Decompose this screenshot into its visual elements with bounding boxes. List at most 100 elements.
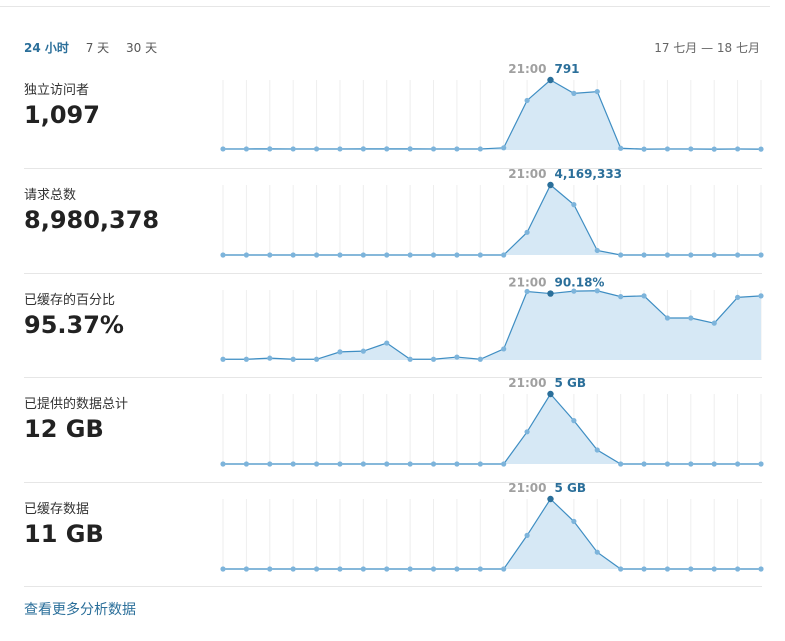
- data-point: [243, 146, 249, 152]
- data-point: [407, 461, 413, 467]
- data-point: [384, 566, 390, 572]
- data-point: [711, 252, 717, 258]
- data-point: [641, 566, 647, 572]
- tooltip-value: 791: [554, 62, 579, 76]
- series-area: [223, 499, 761, 569]
- data-point: [430, 566, 437, 572]
- data-point: [430, 461, 437, 467]
- data-point: [477, 566, 483, 572]
- metric-value: 12 GB: [24, 415, 104, 443]
- data-point: [290, 566, 296, 572]
- data-point: [407, 146, 413, 152]
- data-point: [477, 252, 483, 258]
- series-line: [223, 79, 762, 150]
- tab-7-days[interactable]: 7 天: [86, 39, 109, 56]
- data-point: [220, 252, 226, 258]
- data-point: [664, 146, 671, 152]
- metric-label: 已提供的数据总计: [24, 397, 129, 412]
- data-point: [688, 146, 694, 152]
- data-point: [454, 461, 460, 467]
- data-point: [313, 566, 320, 572]
- data-point: [664, 461, 671, 467]
- metric-label: 独立访问者: [24, 83, 90, 98]
- data-point: [547, 495, 554, 503]
- data-point: [477, 146, 483, 152]
- data-point: [290, 252, 296, 258]
- data-point: [641, 293, 647, 299]
- metric-row-cached-data: 已缓存数据 11 GB 21:00 5 GB: [0, 481, 770, 586]
- data-point: [313, 461, 320, 467]
- data-point: [337, 146, 343, 152]
- metric-value: 1,097: [24, 101, 100, 129]
- tooltip-value: 4,169,333: [554, 167, 622, 181]
- data-point: [360, 252, 366, 258]
- date-range: 17 七月 — 18 七月: [654, 41, 760, 55]
- data-point: [430, 252, 437, 258]
- data-point: [243, 252, 249, 258]
- data-point: [547, 290, 554, 297]
- metric-value: 11 GB: [24, 520, 104, 548]
- data-point: [454, 566, 460, 572]
- data-point: [501, 566, 507, 572]
- data-point: [407, 356, 413, 362]
- time-range-tabs: 24 小时 7 天 30 天: [24, 39, 170, 56]
- data-point: [571, 202, 577, 208]
- metric-value: 95.37%: [24, 311, 124, 339]
- series-area: [223, 80, 761, 150]
- data-point: [758, 293, 764, 299]
- metric-row-data-served: 已提供的数据总计 12 GB 21:00 5 GB: [0, 376, 770, 481]
- data-point: [594, 549, 600, 555]
- data-point: [547, 181, 554, 189]
- data-point: [641, 252, 647, 258]
- tooltip-time: 21:00: [508, 376, 546, 390]
- metric-row-total-requests: 请求总数 8,980,378 21:00 4,169,333: [0, 167, 770, 272]
- data-point: [618, 461, 624, 467]
- tooltip-time: 21:00: [508, 167, 546, 181]
- data-point: [524, 288, 530, 295]
- data-point: [360, 348, 366, 354]
- sparkline-chart[interactable]: 21:00 90.18%: [216, 273, 770, 377]
- data-point: [430, 146, 437, 152]
- tooltip-value: 90.18%: [554, 276, 604, 290]
- data-point: [641, 461, 647, 467]
- tooltip-time: 21:00: [508, 481, 546, 495]
- data-point: [290, 146, 296, 152]
- data-point: [735, 146, 741, 152]
- data-point: [267, 566, 273, 572]
- data-point: [220, 566, 226, 572]
- sparkline-chart[interactable]: 21:00 5 GB: [216, 481, 770, 586]
- data-point: [267, 355, 273, 361]
- data-point: [337, 252, 343, 258]
- data-point: [618, 566, 624, 572]
- data-point: [735, 252, 741, 258]
- sparkline-chart[interactable]: 21:00 4,169,333: [216, 167, 770, 272]
- sparkline-chart[interactable]: 21:00 791: [216, 62, 770, 167]
- tooltip-time: 21:00: [508, 62, 546, 76]
- data-point: [618, 145, 624, 151]
- series-area: [223, 394, 761, 464]
- tab-24-hours[interactable]: 24 小时: [24, 39, 69, 56]
- data-point: [664, 566, 671, 572]
- data-point: [735, 461, 741, 467]
- data-point: [267, 146, 273, 152]
- data-point: [313, 146, 320, 152]
- sparkline-chart[interactable]: 21:00 5 GB: [216, 376, 770, 481]
- data-point: [594, 447, 600, 453]
- data-point: [477, 461, 483, 467]
- data-point: [688, 315, 694, 321]
- data-point: [711, 461, 717, 467]
- data-point: [360, 146, 366, 152]
- metric-row-cached-percentage: 已缓存的百分比 95.37% 21:00 90.18%: [0, 273, 770, 377]
- metric-label: 已缓存数据: [24, 502, 90, 517]
- metric-value: 8,980,378: [24, 206, 160, 234]
- tab-30-days[interactable]: 30 天: [126, 39, 157, 56]
- data-point: [688, 461, 694, 467]
- data-point: [735, 566, 741, 572]
- data-point: [618, 252, 624, 258]
- data-point: [337, 349, 343, 355]
- metric-label: 已缓存的百分比: [24, 293, 116, 308]
- view-more-analytics-link[interactable]: 查看更多分析数据: [24, 599, 136, 619]
- tooltip-value: 5 GB: [554, 376, 586, 390]
- data-point: [524, 97, 530, 104]
- data-point: [711, 566, 717, 572]
